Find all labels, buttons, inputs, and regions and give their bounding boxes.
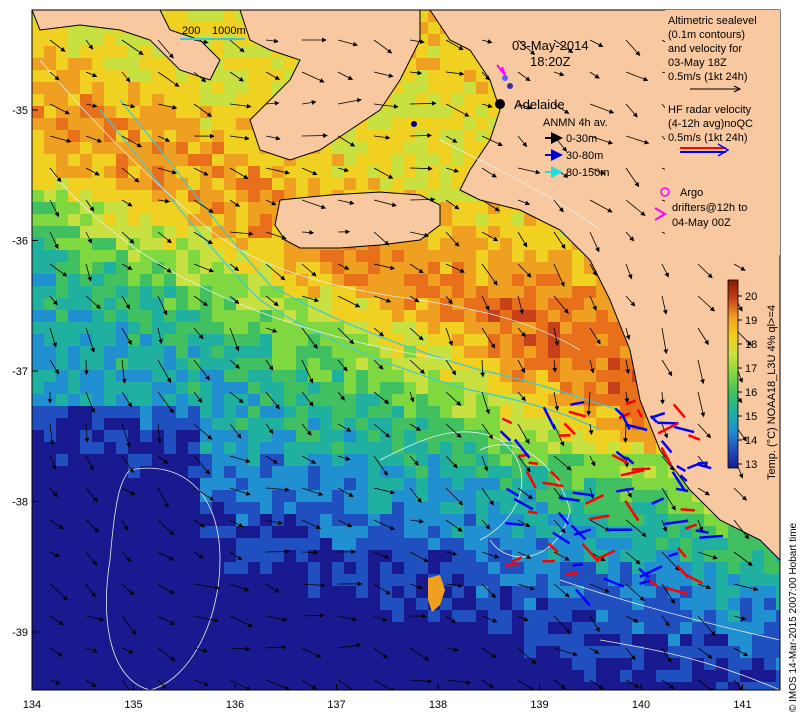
- colorbar-tick-label: 15: [745, 411, 757, 423]
- alt-line2: (0.1m contours): [668, 29, 745, 41]
- velocity-arrow: [301, 549, 319, 555]
- lat-tick-label: -39: [12, 627, 28, 639]
- scale-label-200: 200: [182, 25, 200, 37]
- lon-tick-label: 136: [226, 699, 244, 711]
- colorbar-tick-label: 13: [745, 459, 757, 471]
- alt-line3: and velocity for: [668, 43, 742, 55]
- hf-radar-arrow: [528, 461, 539, 466]
- hf-radar-arrow: [542, 559, 555, 563]
- argo-line3: 04-May 00Z: [672, 217, 731, 229]
- anmn-item-2: 80-150m: [566, 167, 609, 179]
- alt-line5: 0.5m/s (1kt 24h): [668, 71, 747, 83]
- alt-line1: Altimetric sealevel: [668, 15, 757, 27]
- colorbar-tick-label: 20: [745, 291, 757, 303]
- lon-tick-label: 134: [23, 699, 41, 711]
- lat-tick-label: -37: [12, 366, 28, 378]
- colorbar-tick-label: 18: [745, 339, 757, 351]
- lon-tick-label: 137: [327, 699, 345, 711]
- adelaide-label: Adelaide: [514, 97, 565, 112]
- velocity-arrow: [83, 359, 89, 376]
- velocity-arrow: [265, 549, 290, 554]
- lat-tick-label: -36: [12, 236, 28, 248]
- anmn-item-0: 0-30m: [566, 133, 597, 145]
- argo-drifter-dot-2: [507, 83, 513, 89]
- alt-line4: 03-May 18Z: [668, 57, 727, 69]
- anmn-legend-title: ANMN 4h av.: [543, 117, 608, 129]
- anmn-item-1: 30-80m: [566, 150, 603, 162]
- adelaide-marker: [495, 99, 505, 109]
- argo-drifter-dot-3: [411, 121, 417, 127]
- title-time: 18:20Z: [530, 54, 571, 69]
- credit-text: © IMOS 14-Mar-2015 2007:00 Hobart time: [788, 522, 799, 712]
- colorbar-tick-label: 16: [745, 387, 757, 399]
- lon-tick-label: 138: [429, 699, 447, 711]
- hf-radar-arrow: [631, 467, 651, 471]
- colorbar-label: Temp. (°C) NOAA18_L3U 4% ql>=4: [766, 305, 778, 480]
- hf-line3: 0.5m/s (1kt 24h): [668, 132, 747, 144]
- lon-tick-label: 135: [124, 699, 142, 711]
- hf-radar-arrow: [680, 508, 695, 512]
- argo-drifter-dot: [502, 75, 508, 81]
- hf-radar-arrow: [505, 563, 520, 567]
- lon-tick-label: 140: [632, 699, 650, 711]
- colorbar-tick-label: 19: [745, 315, 757, 327]
- hf-radar-arrow: [572, 562, 584, 567]
- hf-radar-arrow: [527, 510, 538, 515]
- hf-radar-arrow: [698, 461, 708, 465]
- velocity-arrow: [301, 133, 328, 138]
- hf-radar-arrow: [565, 571, 579, 576]
- lat-tick-label: -35: [12, 105, 28, 117]
- colorbar-tick-label: 17: [745, 363, 757, 375]
- hf-line2: (4-12h avg)noQC: [668, 118, 753, 130]
- scale-label-1000: 1000m: [212, 25, 246, 37]
- hf-radar-arrow: [699, 534, 724, 539]
- hf-line1: HF radar velocity: [668, 104, 752, 116]
- sst-map: 200 1000m 134 135 136 137 138 139 140 141 -35 -3…: [12, 9, 799, 712]
- argo-line1: Argo: [680, 187, 703, 199]
- colorbar-tick-label: 14: [745, 435, 757, 447]
- lat-tick-label: -38: [12, 497, 28, 509]
- argo-line2: drifters@12h to: [672, 202, 747, 214]
- title-date: 03-May-2014: [512, 38, 589, 53]
- lon-tick-label: 141: [733, 699, 751, 711]
- colorbar-gradient: [727, 279, 739, 469]
- lon-tick-label: 139: [530, 699, 548, 711]
